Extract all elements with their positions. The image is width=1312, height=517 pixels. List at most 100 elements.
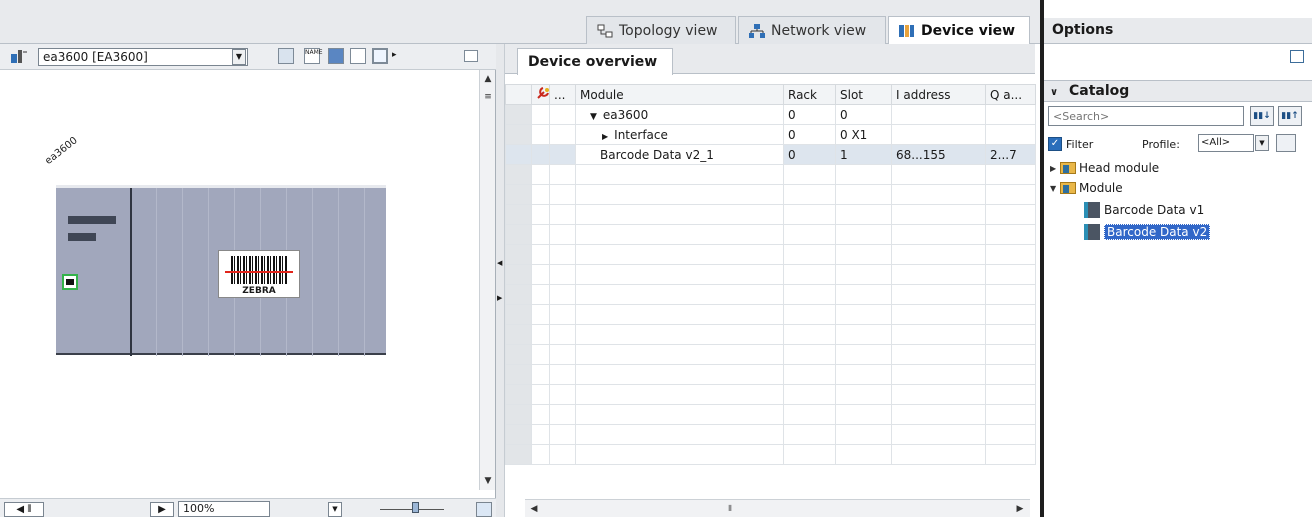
scroll-right-icon[interactable]: ▶ (1013, 502, 1027, 516)
head-module-indicator (68, 233, 96, 241)
zoom-slider-handle[interactable] (412, 502, 419, 513)
table-row[interactable] (505, 364, 1036, 385)
overview-tab-bar: Device overview (505, 44, 1035, 75)
chevron-right-icon[interactable]: ▶ (1050, 164, 1060, 173)
tab-network-view[interactable]: Network view (738, 16, 886, 44)
table-row[interactable] (505, 204, 1036, 225)
tab-device-view[interactable]: Device view (888, 16, 1030, 45)
device-selector[interactable]: ea3600 [EA3600] (38, 48, 248, 66)
table-row[interactable] (505, 224, 1036, 245)
scroll-thumb-grip[interactable]: ⦀ (723, 502, 737, 516)
draw-tool-icon[interactable] (328, 48, 344, 64)
scroll-down-icon[interactable]: ▼ (481, 474, 495, 488)
graphic-vertical-scrollbar[interactable]: ▲ ≡ ▼ (479, 70, 495, 490)
collapse-right-icon[interactable]: ▶ (497, 294, 502, 302)
table-row[interactable] (505, 304, 1036, 325)
module-cell[interactable]: Barcode Data v2_1 (575, 144, 784, 165)
table-row[interactable] (505, 444, 1036, 465)
panel-splitter[interactable]: ◀ ▶ (496, 44, 505, 517)
folder-icon (1060, 182, 1076, 194)
q-address-cell (985, 124, 1036, 145)
folder-icon (1060, 162, 1076, 174)
device-tree-icon[interactable] (10, 48, 27, 64)
zoom-select[interactable]: 100% (178, 501, 270, 517)
scroll-left-icon[interactable]: ◀ ⦀ (4, 502, 44, 517)
filter-checkbox[interactable]: ✓ (1048, 137, 1062, 151)
chevron-down-icon[interactable]: ▼ (1050, 184, 1060, 193)
toolbar-more-icon[interactable]: ▸ (392, 50, 397, 60)
column-header-i-address[interactable]: I address (891, 84, 986, 105)
barcode-module[interactable]: ZEBRA (218, 250, 300, 298)
tab-label: Network view (771, 22, 867, 39)
module-cell[interactable]: ▼ ea3600 (575, 104, 784, 125)
table-row[interactable] (505, 384, 1036, 405)
table-row[interactable]: ▶ Interface 0 0 X1 (505, 124, 1036, 145)
scroll-left-icon[interactable]: ◀ (527, 502, 541, 516)
view-overview-icon[interactable] (278, 48, 294, 64)
panel-mode-icon[interactable] (1290, 50, 1304, 63)
wrench-icon[interactable] (531, 84, 550, 105)
table-row[interactable] (505, 164, 1036, 185)
grid-icon[interactable] (350, 48, 366, 64)
tab-device-overview[interactable]: Device overview (517, 48, 673, 75)
profile-select[interactable]: <All> (1198, 134, 1254, 152)
column-header-rack[interactable]: Rack (783, 84, 836, 105)
column-header-module[interactable]: Module (575, 84, 784, 105)
table-row[interactable] (505, 344, 1036, 365)
module-cell[interactable]: ▶ Interface (575, 124, 784, 145)
table-row[interactable] (505, 404, 1036, 425)
scroll-right-icon[interactable]: ▶ (150, 502, 174, 517)
device-icon (899, 24, 915, 38)
panel-layout-icon[interactable] (372, 48, 388, 64)
table-row[interactable] (505, 324, 1036, 345)
split-view-icon[interactable] (464, 50, 478, 62)
rack-cell: 0 (783, 124, 836, 145)
rack-cell: 0 (783, 104, 836, 125)
filter-label: Filter (1066, 137, 1094, 151)
scroll-menu-icon[interactable]: ≡ (481, 90, 495, 104)
catalog-tree-item-module[interactable]: ▼ Module (1050, 178, 1123, 198)
column-header-slot[interactable]: Slot (835, 84, 892, 105)
interface-port-icon[interactable] (62, 274, 78, 290)
module-icon (1084, 224, 1100, 240)
catalog-tree-item-head-module[interactable]: ▶ Head module (1050, 158, 1159, 178)
expand-toggle-icon[interactable]: ▶ (602, 132, 608, 141)
barcode-brand-label: ZEBRA (242, 286, 276, 296)
scroll-up-icon[interactable]: ▲ (481, 72, 495, 86)
profile-label: Profile: (1142, 137, 1180, 151)
column-header-q-address[interactable]: Q a... (985, 84, 1036, 105)
table-row[interactable] (505, 244, 1036, 265)
chevron-down-icon[interactable]: ∨ (1050, 87, 1058, 98)
collapse-left-icon[interactable]: ◀ (497, 259, 502, 267)
device-rack[interactable]: ZEBRA (56, 185, 386, 356)
device-canvas[interactable]: ea3600 ZEBRA (0, 70, 477, 490)
table-row[interactable]: ▼ ea3600 0 0 (505, 104, 1036, 125)
view-tab-bar: Topology view Network view Device view (0, 0, 1040, 45)
table-row[interactable] (505, 264, 1036, 285)
graphic-toolbar: ea3600 [EA3600] ▼ NAME ▸ (0, 44, 496, 70)
head-module-indicator (68, 216, 116, 224)
catalog-section-header[interactable]: ∨ Catalog (1044, 80, 1312, 102)
expand-toggle-icon[interactable]: ▼ (590, 112, 597, 122)
profile-manage-icon[interactable] (1276, 134, 1296, 152)
search-down-icon[interactable]: ▮▮↓ (1250, 106, 1274, 126)
table-row[interactable] (505, 424, 1036, 445)
table-row[interactable] (505, 284, 1036, 305)
table-row[interactable]: Barcode Data v2_1 0 1 68...155 2...7 (505, 144, 1036, 165)
catalog-tree-item-barcode-v2[interactable]: Barcode Data v2 (1084, 222, 1211, 242)
navigator-icon[interactable] (476, 502, 492, 517)
catalog-search-input[interactable] (1048, 106, 1244, 126)
chevron-down-icon[interactable]: ▼ (1255, 135, 1269, 151)
chevron-down-icon[interactable]: ▼ (328, 502, 342, 517)
catalog-tree-item-barcode-v1[interactable]: Barcode Data v1 (1084, 200, 1204, 220)
overview-horizontal-scrollbar[interactable]: ◀ ⦀ ▶ (525, 499, 1030, 517)
device-graphic-panel: ea3600 [EA3600] ▼ NAME ▸ ea3600 ZEBRA ▲ … (0, 44, 496, 517)
column-header-extra[interactable]: ... (549, 84, 576, 105)
chevron-down-icon[interactable]: ▼ (232, 49, 246, 65)
filter-row: ✓ Filter Profile: <All> ▼ (1048, 134, 1312, 154)
name-label-icon[interactable]: NAME (304, 48, 323, 64)
search-up-icon[interactable]: ▮▮↑ (1278, 106, 1302, 126)
table-row[interactable] (505, 184, 1036, 205)
tab-topology-view[interactable]: Topology view (586, 16, 736, 44)
slot-cell: 0 (835, 104, 892, 125)
